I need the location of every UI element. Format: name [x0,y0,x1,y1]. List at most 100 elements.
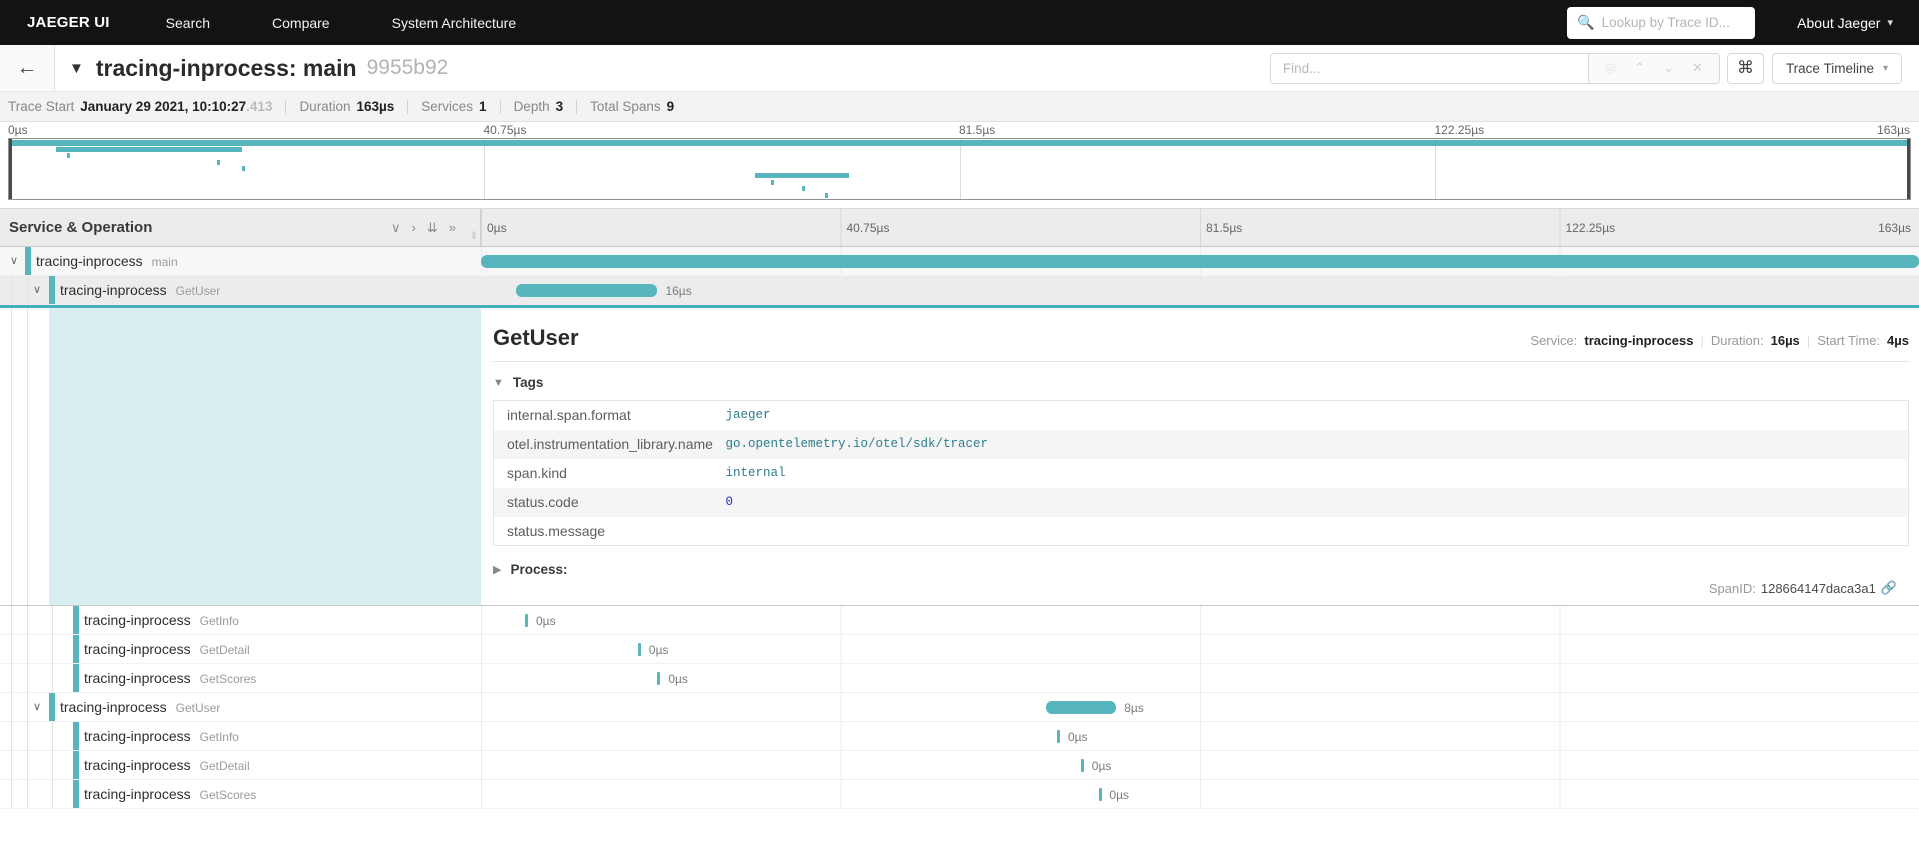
span-row-name-cell[interactable]: ∨tracing-inprocessmain [0,247,481,275]
trace-collapse-chevron-icon[interactable]: ▼ [69,60,84,77]
tag-key: span.kind [494,459,726,488]
timeline-minimap[interactable] [8,138,1911,200]
tag-row[interactable]: internal.span.formatjaeger [494,401,1909,430]
tag-row[interactable]: otel.instrumentation_library.namego.open… [494,430,1909,459]
collapse-one-icon[interactable]: ∨ [391,220,401,236]
process-title: Process: [510,562,567,577]
span-collapse-chevron-icon[interactable]: ∨ [10,254,18,267]
span-color-accent [73,751,79,779]
tag-row[interactable]: span.kindinternal [494,459,1909,488]
span-row-name-cell[interactable]: tracing-inprocessGetInfo [0,722,481,750]
summary-divider [407,100,408,114]
tags-section-header[interactable]: ▼ Tags [493,375,1909,390]
tree-guide-line [11,606,12,634]
span-operation-name: main [152,255,178,269]
minimap-right-drag-handle[interactable] [1907,139,1910,199]
view-selector-button[interactable]: Trace Timeline ▾ [1772,53,1902,84]
span-row-timeline-cell[interactable]: 0µs [481,635,1919,663]
summary-divider [576,100,577,114]
span-row-timeline-cell[interactable]: 8µs [481,693,1919,721]
summary-value: 3 [556,99,564,114]
chevron-down-icon: ▼ [493,377,504,389]
span-row-name-cell[interactable]: tracing-inprocessGetScores [0,780,481,808]
keyboard-shortcuts-button[interactable]: ⌘ [1727,53,1764,84]
trace-lookup-input[interactable] [1602,15,1746,30]
nav-item-compare[interactable]: Compare [272,15,330,31]
span-duration-bar[interactable] [525,614,528,627]
detail-indent-strip [0,308,49,605]
expand-all-icon[interactable]: » [449,220,456,236]
span-duration-bar[interactable] [1057,730,1060,743]
span-row-name-cell[interactable]: ∨tracing-inprocessGetUser [0,693,481,721]
tag-key: status.code [494,488,726,517]
detail-span-highlight-column[interactable] [49,308,481,605]
span-duration-bar[interactable] [638,643,641,656]
span-duration-bar[interactable] [1081,759,1084,772]
summary-label: Duration [299,99,350,114]
copy-link-icon[interactable]: 🔗 [1881,580,1897,596]
service-label: Service: [1530,333,1577,348]
span-row-timeline-cell[interactable]: 0µs [481,780,1919,808]
minimap-span-bar [242,166,245,171]
about-jaeger-label: About Jaeger [1797,15,1880,31]
tree-guide-line [11,635,12,663]
expand-one-icon[interactable]: › [412,220,416,236]
summary-item: Total Spans9 [590,99,674,114]
span-row-name-cell[interactable]: tracing-inprocessGetDetail [0,635,481,663]
tree-guide-line [11,276,12,304]
chevron-up-icon[interactable]: ⌃ [1634,60,1645,76]
span-duration-bar[interactable] [1099,788,1102,801]
minimap-span-bar [217,160,220,165]
back-button[interactable]: ← [0,45,55,91]
span-row-timeline-cell[interactable]: 16µs [481,276,1919,304]
span-row-timeline-cell[interactable]: 0µs [481,606,1919,634]
span-duration-bar[interactable] [516,284,657,297]
span-rows-top: ∨tracing-inprocessmain∨tracing-inprocess… [0,247,1919,305]
service-operation-header: Service & Operation ∨ › ⇊ » ‖ [0,209,481,246]
span-color-accent [73,635,79,663]
summary-item: Trace StartJanuary 29 2021, 10:10:27.413 [8,99,272,114]
clear-x-icon[interactable]: ✕ [1692,60,1703,76]
summary-label: Trace Start [8,99,74,114]
span-row-timeline-cell[interactable]: 0µs [481,751,1919,779]
minimap-span-bar [67,153,70,158]
meta-divider: | [1700,333,1703,348]
nav-item-system-architecture[interactable]: System Architecture [392,15,517,31]
collapse-all-icon[interactable]: ⇊ [427,220,438,236]
span-row-name-cell[interactable]: tracing-inprocessGetDetail [0,751,481,779]
find-box: ◎ ⌃ ⌄ ✕ [1270,53,1720,84]
tree-guide-line [52,722,53,750]
chevron-down-icon[interactable]: ⌄ [1663,60,1674,76]
span-operation-name: GetDetail [200,643,250,657]
tag-row[interactable]: status.code0 [494,488,1909,517]
span-duration-bar[interactable] [481,255,1919,268]
span-row-timeline-cell[interactable]: 0µs [481,664,1919,692]
find-controls: ◎ ⌃ ⌄ ✕ [1588,53,1720,84]
about-jaeger-menu[interactable]: About Jaeger ▾ [1797,15,1893,31]
span-row-name-cell[interactable]: ∨tracing-inprocessGetUser [0,276,481,304]
span-row-name-cell[interactable]: tracing-inprocessGetInfo [0,606,481,634]
nav-item-search[interactable]: Search [166,15,210,31]
span-duration-bar[interactable] [1046,701,1117,714]
summary-label: Services [421,99,473,114]
chevron-down-icon: ▾ [1883,63,1888,74]
span-duration-bar[interactable] [657,672,660,685]
span-collapse-chevron-icon[interactable]: ∨ [33,283,41,296]
minimap-left-drag-handle[interactable] [9,139,12,199]
tag-row[interactable]: status.message [494,517,1909,546]
minimap-gridline [960,139,961,199]
trace-lookup-box[interactable]: 🔍 [1567,7,1755,39]
span-row-timeline-cell[interactable]: 0µs [481,722,1919,750]
span-row-timeline-cell[interactable] [481,247,1919,275]
span-service-name: tracing-inprocessGetScores [84,670,256,686]
span-detail-panel: GetUser Service: tracing-inprocess | Dur… [0,305,1919,606]
span-row-name-cell[interactable]: tracing-inprocessGetScores [0,664,481,692]
brand-jaeger-ui[interactable]: JAEGER UI [27,14,110,31]
tag-key: status.message [494,517,726,546]
column-resize-grip[interactable]: ‖ [472,231,476,242]
span-collapse-chevron-icon[interactable]: ∨ [33,700,41,713]
target-icon[interactable]: ◎ [1605,60,1616,76]
process-section-header[interactable]: ▶ Process: [493,562,1909,577]
find-input[interactable] [1270,53,1588,84]
jaeger-trace-page: JAEGER UI Search Compare System Architec… [0,0,1919,846]
